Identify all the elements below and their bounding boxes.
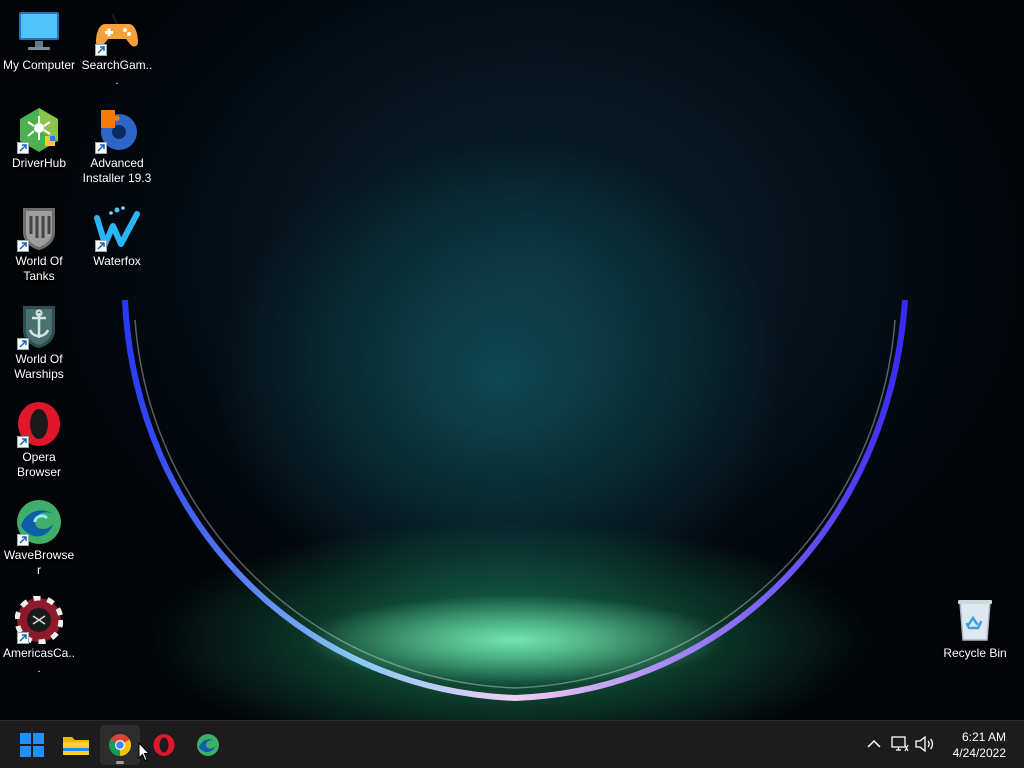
poker-chip-icon xyxy=(15,596,63,644)
shortcut-arrow-icon xyxy=(17,632,29,644)
shortcut-arrow-icon xyxy=(17,534,29,546)
taskbar-file-explorer[interactable] xyxy=(56,725,96,765)
desktop-icon-searchgames[interactable]: SearchGam... xyxy=(78,8,156,88)
shortcut-arrow-icon xyxy=(95,142,107,154)
desktop-icon-wavebrowser[interactable]: WaveBrowser xyxy=(0,498,78,578)
wavebrowser-icon xyxy=(15,498,63,546)
desktop-icon-waterfox[interactable]: Waterfox xyxy=(78,204,156,269)
desktop-icon-americascardroom[interactable]: AmericasCa... xyxy=(0,596,78,676)
world-of-warships-icon xyxy=(15,302,63,350)
taskbar: 6:21 AM 4/24/2022 xyxy=(0,720,1024,768)
world-of-tanks-icon xyxy=(15,204,63,252)
folder-icon xyxy=(63,737,89,755)
desktop-icon-label: World Of Warships xyxy=(14,352,64,381)
shortcut-arrow-icon xyxy=(17,240,29,252)
taskbar-wavebrowser[interactable] xyxy=(188,725,228,765)
shortcut-arrow-icon xyxy=(17,142,29,154)
desktop-icon-label: World Of Tanks xyxy=(15,254,63,283)
monitor-icon xyxy=(15,8,63,56)
desktop-icon-label: DriverHub xyxy=(11,156,66,170)
chrome-icon xyxy=(109,734,131,756)
desktop-icon-advanced-installer[interactable]: Advanced Installer 19.3 xyxy=(78,106,156,186)
desktop-icon-opera-browser[interactable]: Opera Browser xyxy=(0,400,78,480)
running-indicator xyxy=(116,761,124,764)
volume-icon[interactable] xyxy=(915,734,935,754)
desktop-icon-label: AmericasCa... xyxy=(2,646,76,675)
desktop-icon-world-of-warships[interactable]: World Of Warships xyxy=(0,302,78,382)
opera-icon xyxy=(15,400,63,448)
system-clock[interactable]: 6:21 AM 4/24/2022 xyxy=(953,729,1006,761)
clock-date: 4/24/2022 xyxy=(952,746,1006,760)
windows-logo-icon xyxy=(20,733,44,757)
desktop-icon-label: Recycle Bin xyxy=(943,646,1007,660)
shortcut-arrow-icon xyxy=(17,436,29,448)
desktop-icon-label: Advanced Installer 19.3 xyxy=(82,156,152,185)
clock-time: 6:21 AM xyxy=(961,730,1006,744)
taskbar-chrome[interactable] xyxy=(100,725,140,765)
driverhub-icon xyxy=(15,106,63,154)
gamepad-icon xyxy=(93,8,141,56)
desktop-icon-label: WaveBrowser xyxy=(3,548,75,577)
shortcut-arrow-icon xyxy=(17,338,29,350)
desktop-icon-label: Opera Browser xyxy=(16,450,61,479)
recycle-bin-icon xyxy=(951,596,999,644)
desktop-icon-label: Waterfox xyxy=(93,254,141,268)
opera-icon xyxy=(153,734,175,756)
desktop-icon-my-computer[interactable]: My Computer xyxy=(0,8,78,73)
desktop-icon-label: SearchGam... xyxy=(81,58,153,87)
network-icon[interactable] xyxy=(890,734,910,754)
waterfox-icon xyxy=(93,204,141,252)
wavebrowser-icon xyxy=(197,734,219,756)
desktop-icon-recycle-bin[interactable]: Recycle Bin xyxy=(936,596,1014,661)
desktop[interactable]: My Computer SearchGam... DriverHub Advan… xyxy=(0,0,1024,720)
advanced-installer-icon xyxy=(93,106,141,154)
taskbar-opera[interactable] xyxy=(144,725,184,765)
show-hidden-icons-chevron-icon[interactable] xyxy=(864,734,884,754)
start-button[interactable] xyxy=(12,725,52,765)
mouse-pointer-icon xyxy=(138,742,150,762)
shortcut-arrow-icon xyxy=(95,240,107,252)
desktop-icon-world-of-tanks[interactable]: World Of Tanks xyxy=(0,204,78,284)
shortcut-arrow-icon xyxy=(95,44,107,56)
desktop-icon-label: My Computer xyxy=(2,58,76,72)
desktop-icon-driverhub[interactable]: DriverHub xyxy=(0,106,78,171)
